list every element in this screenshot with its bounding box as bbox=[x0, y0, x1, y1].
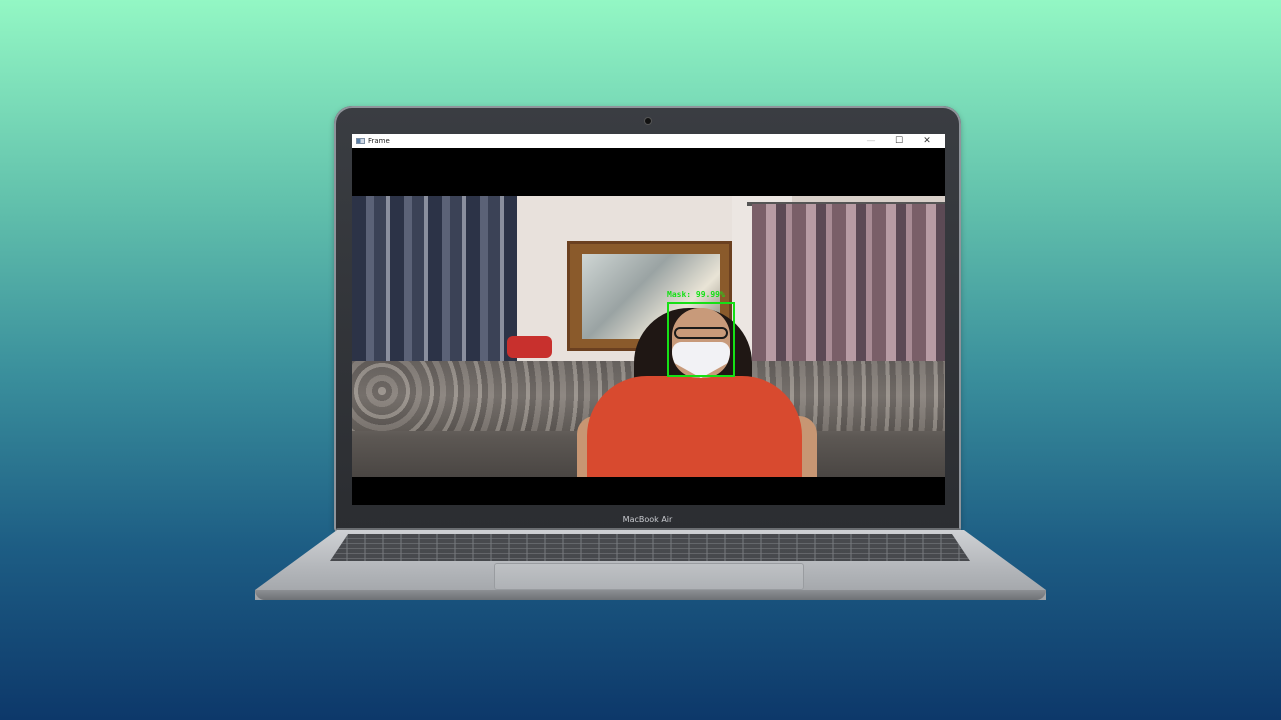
minimize-icon: — bbox=[866, 136, 876, 146]
maximize-icon: ☐ bbox=[894, 136, 904, 146]
app-icon bbox=[356, 138, 365, 144]
webcam-icon bbox=[645, 118, 651, 124]
laptop-lid: Frame — ☐ ✕ Mask: 99.99% MacBook Air bbox=[334, 106, 961, 532]
maximize-button[interactable]: ☐ bbox=[885, 134, 913, 148]
curtain bbox=[752, 204, 945, 364]
screen: Frame — ☐ ✕ Mask: 99.99% bbox=[352, 134, 945, 505]
laptop-base-edge bbox=[255, 590, 1046, 600]
device-brand-label: MacBook Air bbox=[622, 515, 673, 524]
window-titlebar[interactable]: Frame — ☐ ✕ bbox=[352, 134, 945, 148]
camera-feed: Mask: 99.99% bbox=[352, 196, 945, 477]
trackpad bbox=[494, 563, 804, 590]
curtain bbox=[352, 196, 517, 366]
window-controls: — ☐ ✕ bbox=[857, 134, 941, 148]
close-icon: ✕ bbox=[923, 136, 931, 146]
red-object bbox=[507, 336, 552, 358]
detection-box bbox=[667, 302, 735, 377]
close-button[interactable]: ✕ bbox=[913, 134, 941, 148]
person-shirt bbox=[587, 376, 802, 477]
minimize-button[interactable]: — bbox=[857, 134, 885, 148]
keyboard-rows bbox=[330, 534, 970, 561]
window-title: Frame bbox=[368, 137, 390, 145]
detection-label: Mask: 99.99% bbox=[667, 290, 725, 299]
